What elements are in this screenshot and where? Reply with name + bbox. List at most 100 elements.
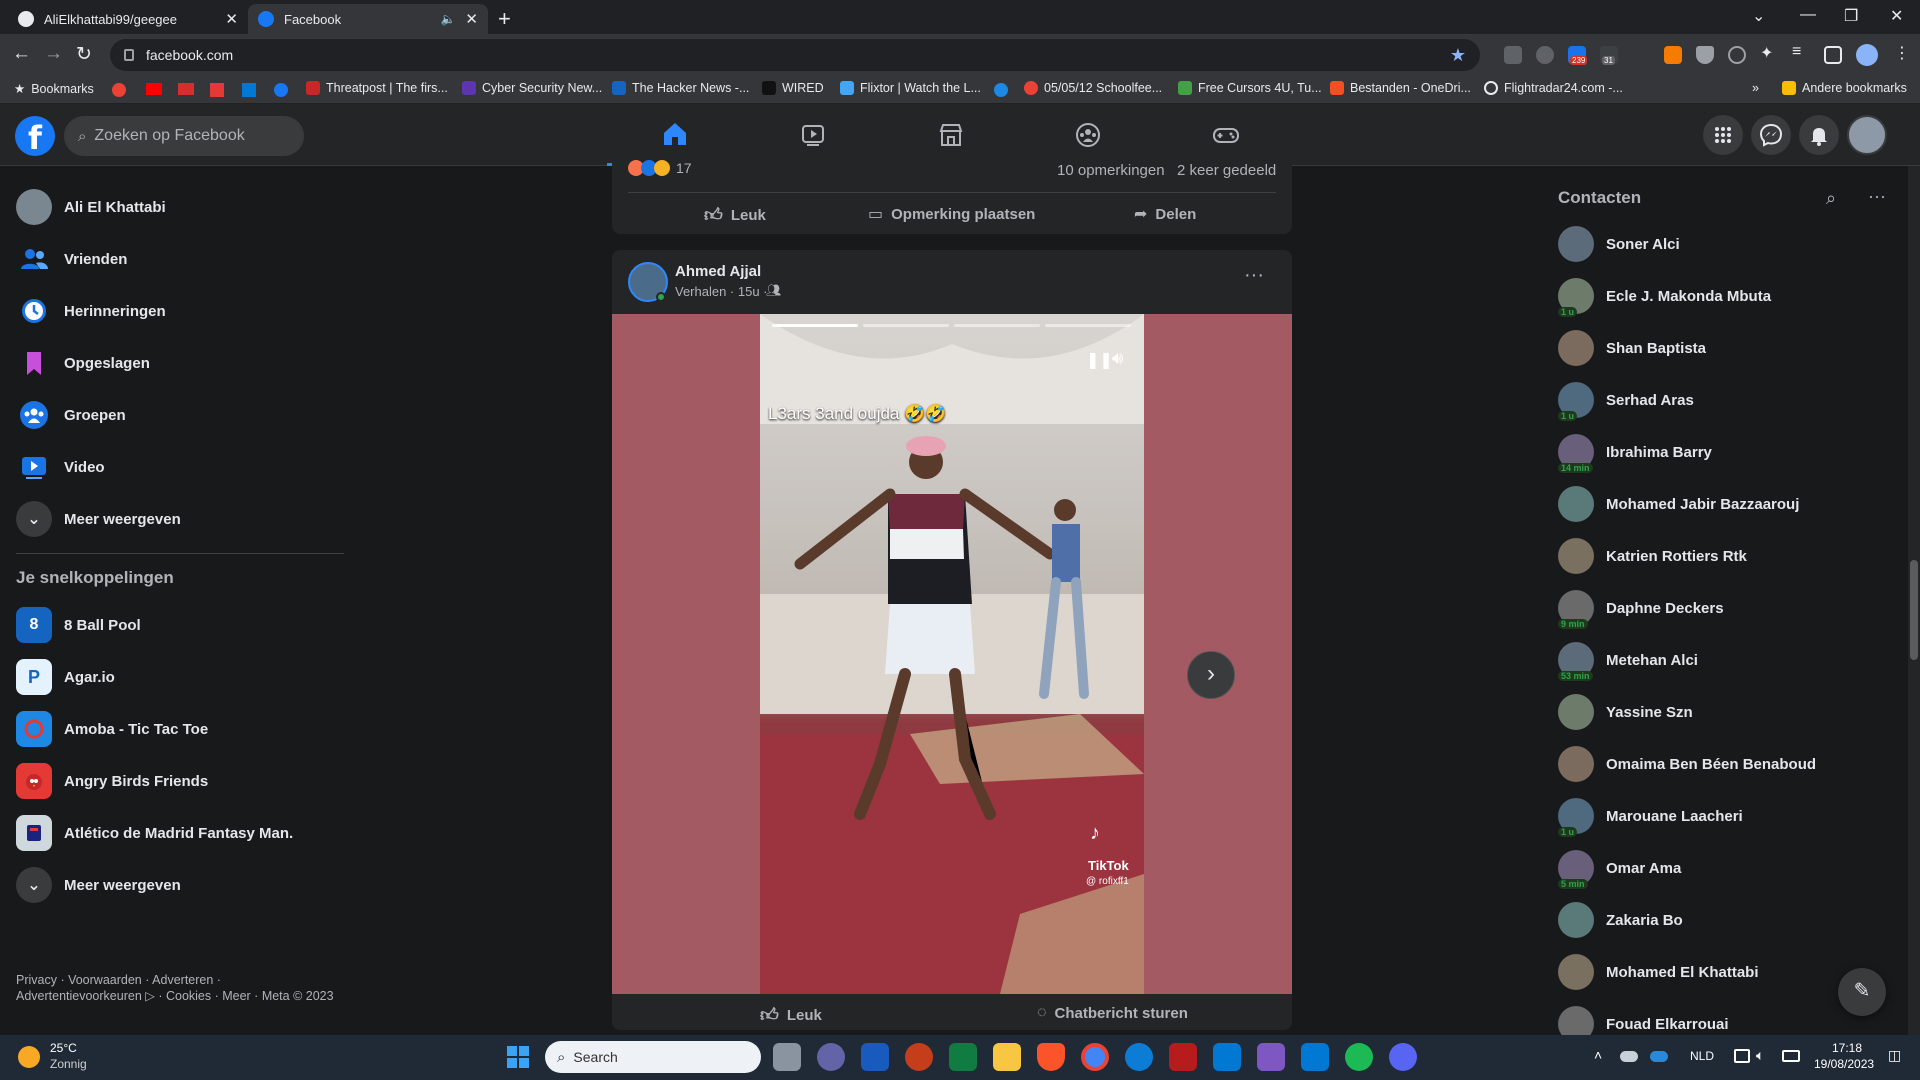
contact-item[interactable]: 1 u Ecle J. Makonda Mbuta — [1558, 270, 1771, 322]
back-icon[interactable]: ← — [12, 43, 31, 65]
bookmark-icon[interactable] — [994, 83, 1008, 97]
youtube-icon[interactable] — [146, 83, 162, 95]
contact-item[interactable]: Zakaria Bo — [1558, 894, 1683, 946]
notification-center-icon[interactable]: ◫ — [1888, 1047, 1901, 1064]
sidebar-item-saved[interactable]: Opgeslagen — [16, 337, 150, 389]
new-tab-button[interactable]: + — [498, 6, 511, 32]
reactions-summary[interactable]: 17 — [628, 160, 692, 176]
shortcut-item[interactable]: P Agar.io — [16, 651, 115, 703]
next-story-button[interactable]: › — [1187, 651, 1235, 699]
like-button[interactable]: 👍︎ Leuk — [760, 1004, 822, 1026]
speaker-icon[interactable]: 🔈︎ — [1756, 1047, 1764, 1064]
shortcut-see-more[interactable]: ⌄ Meer weergeven — [16, 859, 181, 911]
bookmark-hacker-news[interactable]: The Hacker News -... — [612, 81, 749, 95]
edge-icon[interactable] — [1125, 1043, 1153, 1071]
discord-icon[interactable] — [1389, 1043, 1417, 1071]
game-icon[interactable] — [1169, 1043, 1197, 1071]
powerpoint-icon[interactable] — [905, 1043, 933, 1071]
shortcut-item[interactable]: 8 8 Ball Pool — [16, 599, 141, 651]
onedrive-icon[interactable] — [1650, 1051, 1668, 1062]
contact-item[interactable]: 1 u Serhad Aras — [1558, 374, 1694, 426]
teams-icon[interactable] — [817, 1043, 845, 1071]
minimize-button[interactable]: — — [1800, 6, 1816, 24]
sidebar-item-see-more[interactable]: ⌄ Meer weergeven — [16, 493, 181, 545]
like-button[interactable]: 👍︎ Leuk — [704, 204, 766, 226]
address-bar[interactable]: facebook.com ★ — [110, 39, 1480, 71]
more-options-icon[interactable]: ··· — [1244, 264, 1264, 287]
sidebar-item-friends[interactable]: Vrienden — [16, 233, 127, 285]
contact-item[interactable]: Soner Alci — [1558, 218, 1680, 270]
contact-item[interactable]: Omaima Ben Béen Benaboud — [1558, 738, 1816, 790]
menu-grid-button[interactable] — [1703, 115, 1743, 155]
visual-studio-icon[interactable] — [1257, 1043, 1285, 1071]
search-icon[interactable]: ⌕ — [1826, 188, 1836, 209]
bookmark-onedrive[interactable]: Bestanden - OneDri... — [1330, 81, 1471, 95]
scrollbar-thumb[interactable] — [1910, 560, 1918, 660]
facebook-icon[interactable] — [274, 83, 288, 97]
profile-avatar[interactable] — [1856, 44, 1878, 66]
share-button[interactable]: ➦ Delen — [1134, 204, 1196, 224]
menu-icon[interactable]: ⋮ — [1894, 43, 1910, 63]
hln-icon[interactable] — [210, 83, 224, 97]
story-media[interactable]: ❚❚ 🔊︎ L3ars 3and oujda 🤣🤣 ♪ TikTok @ rof… — [612, 314, 1292, 994]
tab-search-icon[interactable]: ⌄ — [1752, 6, 1765, 26]
comment-button[interactable]: ▭ Opmerking plaatsen — [868, 204, 1035, 224]
contact-item[interactable]: Yassine Szn — [1558, 686, 1693, 738]
shortcut-item[interactable]: Amoba - Tic Tac Toe — [16, 703, 208, 755]
footer-links[interactable]: Privacy · Voorwaarden · Adverteren · Adv… — [16, 972, 336, 1004]
puzzle-icon[interactable]: ✦ — [1760, 43, 1773, 63]
close-icon[interactable]: ✕ — [465, 10, 478, 28]
taskbar-search[interactable]: ⌕ Search — [545, 1041, 761, 1073]
extension-icon[interactable] — [1664, 46, 1682, 64]
reload-icon[interactable]: ↻ — [76, 43, 92, 66]
bookmark-wired[interactable]: WIRED — [762, 81, 824, 95]
bookmark-flixtor[interactable]: Flixtor | Watch the L... — [840, 81, 981, 95]
messenger-button[interactable] — [1751, 115, 1791, 155]
media-queue-icon[interactable]: ≡ — [1792, 43, 1801, 61]
facebook-logo[interactable]: f — [15, 116, 55, 157]
comment-count[interactable]: 10 opmerkingen — [1057, 162, 1165, 179]
extension-icon[interactable] — [1504, 46, 1522, 64]
author-name[interactable]: Ahmed Ajjal — [675, 263, 761, 280]
share-count[interactable]: 2 keer gedeeld — [1177, 162, 1276, 179]
clock-date[interactable]: 19/08/2023 — [1814, 1057, 1874, 1071]
sidebar-item-groups[interactable]: Groepen — [16, 389, 126, 441]
bookmark-flightradar[interactable]: Flightradar24.com -... — [1484, 81, 1623, 95]
contact-item[interactable]: 53 min Metehan Alci — [1558, 634, 1698, 686]
bookmark-free-cursors[interactable]: Free Cursors 4U, Tu... — [1178, 81, 1322, 95]
bookmark-bookmarks[interactable]: ★ Bookmarks — [14, 81, 94, 97]
tab-github[interactable]: AliElkhattabi99/geegee ✕ — [8, 4, 248, 34]
shortcut-item[interactable]: Angry Birds Friends — [16, 755, 208, 807]
task-view-icon[interactable] — [773, 1043, 801, 1071]
bookmarks-overflow-button[interactable]: » — [1752, 81, 1759, 95]
battery-icon[interactable] — [1782, 1050, 1800, 1062]
forward-icon[interactable]: → — [44, 43, 63, 65]
brave-icon[interactable] — [1037, 1043, 1065, 1071]
excel-icon[interactable] — [949, 1043, 977, 1071]
extension-icon[interactable] — [1536, 46, 1554, 64]
spotify-icon[interactable] — [1345, 1043, 1373, 1071]
video-frame[interactable]: ❚❚ 🔊︎ L3ars 3and oujda 🤣🤣 ♪ TikTok @ rof… — [760, 314, 1144, 994]
contact-item[interactable]: 14 min Ibrahima Barry — [1558, 426, 1712, 478]
close-icon[interactable]: ✕ — [225, 10, 238, 28]
bookmark-cyber-security[interactable]: Cyber Security New... — [462, 81, 602, 95]
contact-item[interactable]: Katrien Rottiers Rtk — [1558, 530, 1747, 582]
sidebar-item-video[interactable]: Video — [16, 441, 105, 493]
shortcut-item[interactable]: Atlético de Madrid Fantasy Man. — [16, 807, 293, 859]
contact-item[interactable]: Mohamed El Khattabi — [1558, 946, 1759, 998]
weather-temp[interactable]: 25°C — [50, 1041, 77, 1055]
shield-icon[interactable] — [1696, 46, 1714, 64]
bookmark-schoolfee[interactable]: 05/05/12 Schoolfee... — [1024, 81, 1162, 95]
vscode-icon[interactable] — [1213, 1043, 1241, 1071]
word-icon[interactable] — [861, 1043, 889, 1071]
contact-item[interactable]: 1 u Marouane Laacheri — [1558, 790, 1743, 842]
windows-start-icon[interactable] — [506, 1045, 530, 1069]
send-message-button[interactable]: ◌ Chatbericht sturen — [1037, 1004, 1188, 1022]
contact-item[interactable]: 5 min Omar Ama — [1558, 842, 1681, 894]
notifications-button[interactable] — [1799, 115, 1839, 155]
sidebar-item-profile[interactable]: Ali El Khattabi — [16, 181, 166, 233]
search-input[interactable]: ⌕ Zoeken op Facebook — [64, 116, 304, 156]
new-message-button[interactable]: ✎ — [1838, 968, 1886, 1016]
star-icon[interactable]: ★ — [1450, 45, 1466, 66]
maximize-button[interactable]: ❐ — [1844, 6, 1858, 26]
